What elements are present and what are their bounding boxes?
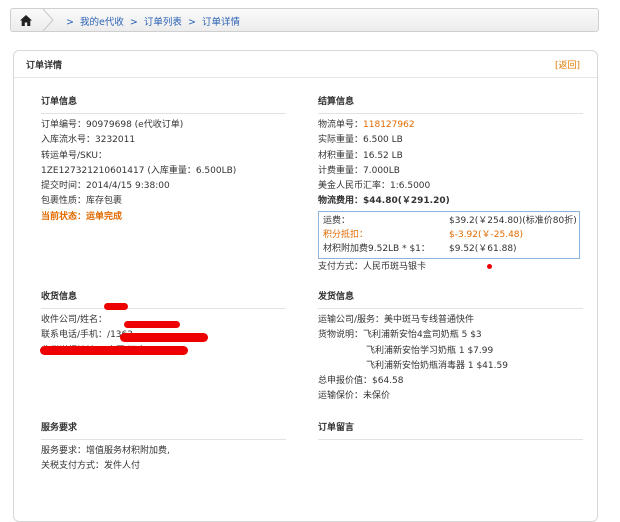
goods-label: 货物说明： (318, 330, 364, 341)
divider (41, 308, 286, 309)
goods-item-3: 飞利浦新安怡奶瓶消毒器 1 $41.59 (366, 360, 508, 371)
actual-weight: 实际重量：6.500 LB (318, 135, 403, 146)
payment-method: 支付方式：人民币斑马银卡 (318, 261, 427, 272)
redaction-mark (120, 333, 208, 342)
tracking-number: 物流单号：118127962 (318, 118, 583, 133)
order-detail-panel: 订单详情 [返回] 订单信息 订单编号：90979698 (e代收订单) 入库流… (13, 50, 598, 522)
divider (318, 113, 583, 114)
tracking-link[interactable]: 118127962 (363, 120, 415, 130)
breadcrumb-separator: > (129, 17, 138, 28)
service-requirement: 服务要求：增值服务材积附加费, (41, 446, 170, 456)
divider (318, 308, 583, 309)
breadcrumb-separator: > (187, 17, 196, 28)
breadcrumb-trail: > 我的e代收 > 订单列表 > 订单详情 (63, 14, 240, 28)
freight-value: $39.2(￥254.80)(标准价80折) (449, 215, 577, 226)
breadcrumb: > 我的e代收 > 订单列表 > 订单详情 (10, 8, 599, 32)
order-info-title: 订单信息 (41, 97, 78, 107)
divider (41, 113, 286, 114)
transfer-number-label: 转运单号/SKU： (41, 150, 107, 161)
breadcrumb-item-my-edaishou[interactable]: 我的e代收 (80, 17, 124, 28)
points-deduction-value: $-3.92(￥-25.48) (449, 229, 524, 240)
tracking-label: 物流单号： (318, 120, 364, 130)
order-number: 订单编号：90979698 (e代收订单) (41, 120, 184, 130)
divider (318, 439, 583, 440)
package-type: 包裹性质：库存包裹 (41, 196, 123, 207)
service-title: 服务要求 (41, 423, 78, 433)
message-title: 订单留言 (318, 423, 355, 433)
shipping-section: 发货信息 运输公司/服务：美中斑马专线普通快件 货物说明：飞利浦新安怡4盒司奶瓶… (318, 289, 583, 405)
divider (14, 77, 597, 78)
receiver-title: 收货信息 (41, 292, 78, 302)
breadcrumb-item-order-list[interactable]: 订单列表 (144, 17, 182, 28)
shipping-title: 发货信息 (318, 292, 355, 302)
freight-label: 运费： (323, 215, 351, 226)
volume-weight: 材积重量：16.52 LB (318, 150, 403, 161)
redaction-mark (104, 303, 128, 310)
billing-weight: 计费重量：7.000LB (318, 165, 400, 176)
shipping-fee: 物流费用：$44.80(￥291.20) (318, 194, 583, 209)
home-icon[interactable] (11, 9, 41, 31)
declared-value: 总申报价值：$64.58 (318, 376, 404, 387)
insurance: 运输保价：未保价 (318, 391, 391, 402)
message-section: 订单留言 (318, 420, 583, 444)
volume-surcharge-label: 材积附加费9.52LB * $1： (323, 243, 430, 254)
page-title: 订单详情 (26, 61, 63, 71)
order-status: 当前状态：运单完成 (41, 211, 123, 222)
points-deduction-row: 积分抵扣： $-3.92(￥-25.48) (323, 228, 575, 242)
goods-item-2: 飞利浦新安怡学习奶瓶 1 $7.99 (366, 345, 494, 356)
points-deduction-label: 积分抵扣： (323, 229, 369, 240)
redaction-mark (40, 346, 188, 355)
carrier: 运输公司/服务：美中斑马专线普通快件 (318, 315, 475, 325)
settlement-section: 结算信息 物流单号：118127962 实际重量：6.500 LB 材积重量：1… (318, 94, 583, 275)
transfer-number-value: 1ZE127321210601417 (入库重量：6.500LB) (41, 165, 237, 176)
volume-surcharge-value: $9.52(￥61.88) (449, 243, 517, 254)
tariff-payment: 关税支付方式：发件人付 (41, 461, 141, 472)
submit-time: 提交时间：2014/4/15 9:38:00 (41, 181, 170, 192)
order-info-section: 订单信息 订单编号：90979698 (e代收订单) 入库流水号：3232011… (41, 94, 286, 225)
service-section: 服务要求 服务要求：增值服务材积附加费, 关税支付方式：发件人付 (41, 420, 286, 475)
redaction-mark (124, 321, 180, 328)
freight-row: 运费： $39.2(￥254.80)(标准价80折) (323, 214, 577, 228)
back-link[interactable]: [返回] (555, 58, 580, 71)
goods-item-1: 飞利浦新安怡4盒司奶瓶 5 $3 (363, 330, 482, 341)
fee-breakdown-box: 运费： $39.2(￥254.80)(标准价80折) 积分抵扣： $-3.92(￥-… (318, 210, 580, 259)
shipping-fee-value: $44.80(￥291.20) (363, 196, 450, 207)
breadcrumb-separator: > (66, 17, 74, 28)
red-dot-mark (487, 264, 492, 269)
breadcrumb-item-order-detail[interactable]: 订单详情 (202, 17, 240, 28)
settlement-title: 结算信息 (318, 97, 355, 107)
exchange-rate: 美金人民币汇率：1:6.5000 (318, 181, 431, 192)
breadcrumb-separator-icon (42, 9, 54, 31)
shipping-fee-label: 物流费用： (318, 196, 364, 207)
inbound-serial: 入库流水号：3232011 (41, 135, 136, 146)
volume-surcharge-row: 材积附加费9.52LB * $1： $9.52(￥61.88) (323, 242, 575, 256)
goods-item: 货物说明：飞利浦新安怡4盒司奶瓶 5 $3 (318, 328, 583, 343)
divider (41, 439, 286, 440)
